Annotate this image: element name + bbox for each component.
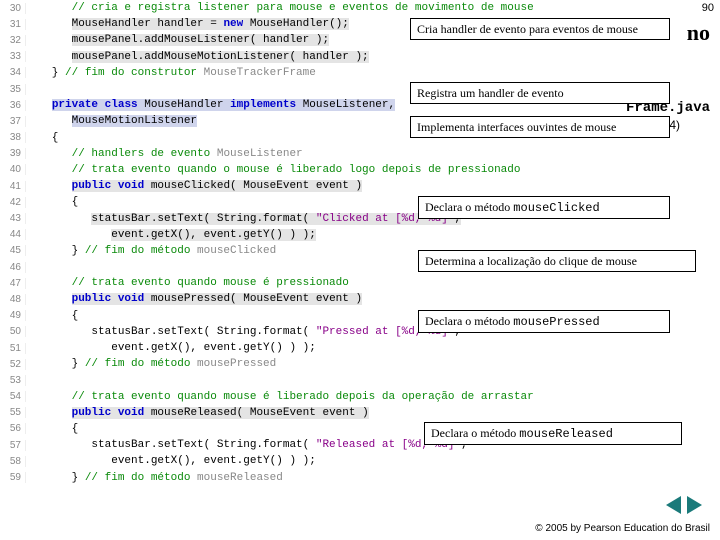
line-number: 43 [0,213,26,224]
code-line: 39 // handlers de evento MouseListener [0,146,608,162]
line-code: public void mousePressed( MouseEvent eve… [26,293,362,305]
callout-create-handler: Cria handler de evento para eventos de m… [410,18,670,40]
callout-mousereleased: Declara o método mouseReleased [424,422,682,445]
line-code: // handlers de evento MouseListener [26,148,303,160]
callout-register-handler: Registra um handler de evento [410,82,670,104]
callout-mousepressed: Declara o método mousePressed [418,310,670,333]
copyright-footer: © 2005 by Pearson Education do Brasil [535,523,710,534]
line-code: } // fim do método mousePressed [26,358,276,370]
line-code: public void mouseReleased( MouseEvent ev… [26,407,369,419]
line-code: { [26,196,78,208]
code-line: 41 public void mouseClicked( MouseEvent … [0,178,608,194]
line-code: // trata evento quando o mouse é liberad… [26,164,520,176]
line-number: 46 [0,262,26,273]
code-line: 44 event.getX(), event.getY() ) ); [0,227,608,243]
callout-click-location: Determina a localização do clique de mou… [418,250,696,272]
code-line: 47 // trata evento quando mouse é pressi… [0,275,608,291]
line-number: 59 [0,472,26,483]
line-code: statusBar.setText( String.format( "Click… [26,213,461,225]
line-number: 36 [0,100,26,111]
line-number: 44 [0,229,26,240]
line-code: MouseMotionListener [26,115,197,127]
next-slide-button[interactable] [687,496,702,514]
line-number: 33 [0,51,26,62]
line-code: { [26,132,58,144]
line-number: 30 [0,3,26,14]
line-number: 37 [0,116,26,127]
code-line: 30 // cria e registra listener para mous… [0,0,608,16]
code-line: 52 } // fim do método mousePressed [0,356,608,372]
line-number: 58 [0,456,26,467]
line-code: statusBar.setText( String.format( "Press… [26,326,461,338]
code-line: 51 event.getX(), event.getY() ) ); [0,340,608,356]
code-line: 48 public void mousePressed( MouseEvent … [0,291,608,307]
code-line: 33 mousePanel.addMouseMotionListener( ha… [0,49,608,65]
line-code: event.getX(), event.getY() ) ); [26,455,316,467]
code-line: 55 public void mouseReleased( MouseEvent… [0,405,608,421]
code-line: 59 } // fim do método mouseReleased [0,469,608,485]
line-code: mousePanel.addMouseMotionListener( handl… [26,51,369,63]
code-line: 40 // trata evento quando o mouse é libe… [0,162,608,178]
line-number: 41 [0,181,26,192]
code-line: 54 // trata evento quando mouse é libera… [0,389,608,405]
line-code: { [26,423,78,435]
line-code: statusBar.setText( String.format( "Relea… [26,439,468,451]
line-number: 32 [0,35,26,46]
callout-mouseclicked: Declara o método mouseClicked [418,196,670,219]
line-code: event.getX(), event.getY() ) ); [26,229,316,241]
line-number: 35 [0,84,26,95]
line-number: 48 [0,294,26,305]
line-number: 52 [0,359,26,370]
line-code: // cria e registra listener para mouse e… [26,2,534,14]
line-number: 53 [0,375,26,386]
slide-nav [666,496,702,514]
line-number: 45 [0,245,26,256]
line-number: 51 [0,343,26,354]
slide-title-tail: no [687,20,710,46]
line-number: 50 [0,326,26,337]
line-number: 42 [0,197,26,208]
line-code: private class MouseHandler implements Mo… [26,99,395,111]
line-number: 47 [0,278,26,289]
code-line: 53 [0,372,608,388]
line-code: event.getX(), event.getY() ) ); [26,342,316,354]
code-line: 58 event.getX(), event.getY() ) ); [0,453,608,469]
line-number: 49 [0,310,26,321]
prev-slide-button[interactable] [666,496,681,514]
line-number: 57 [0,440,26,451]
line-number: 34 [0,67,26,78]
line-number: 31 [0,19,26,30]
line-code: { [26,310,78,322]
code-line: 34 } // fim do construtor MouseTrackerFr… [0,65,608,81]
line-number: 40 [0,164,26,175]
line-number: 54 [0,391,26,402]
callout-implements-listeners: Implementa interfaces ouvintes de mouse [410,116,670,138]
line-code: } // fim do construtor MouseTrackerFrame [26,67,316,79]
line-code: // trata evento quando mouse é pressiona… [26,277,349,289]
page-number: 90 [702,2,714,14]
line-number: 38 [0,132,26,143]
line-code: // trata evento quando mouse é liberado … [26,391,534,403]
line-number: 56 [0,423,26,434]
line-code: public void mouseClicked( MouseEvent eve… [26,180,362,192]
line-number: 55 [0,407,26,418]
line-code: } // fim do método mouseReleased [26,472,283,484]
line-code: mousePanel.addMouseListener( handler ); [26,34,329,46]
line-code: } // fim do método mouseClicked [26,245,276,257]
line-number: 39 [0,148,26,159]
line-code: MouseHandler handler = new MouseHandler(… [26,18,349,30]
